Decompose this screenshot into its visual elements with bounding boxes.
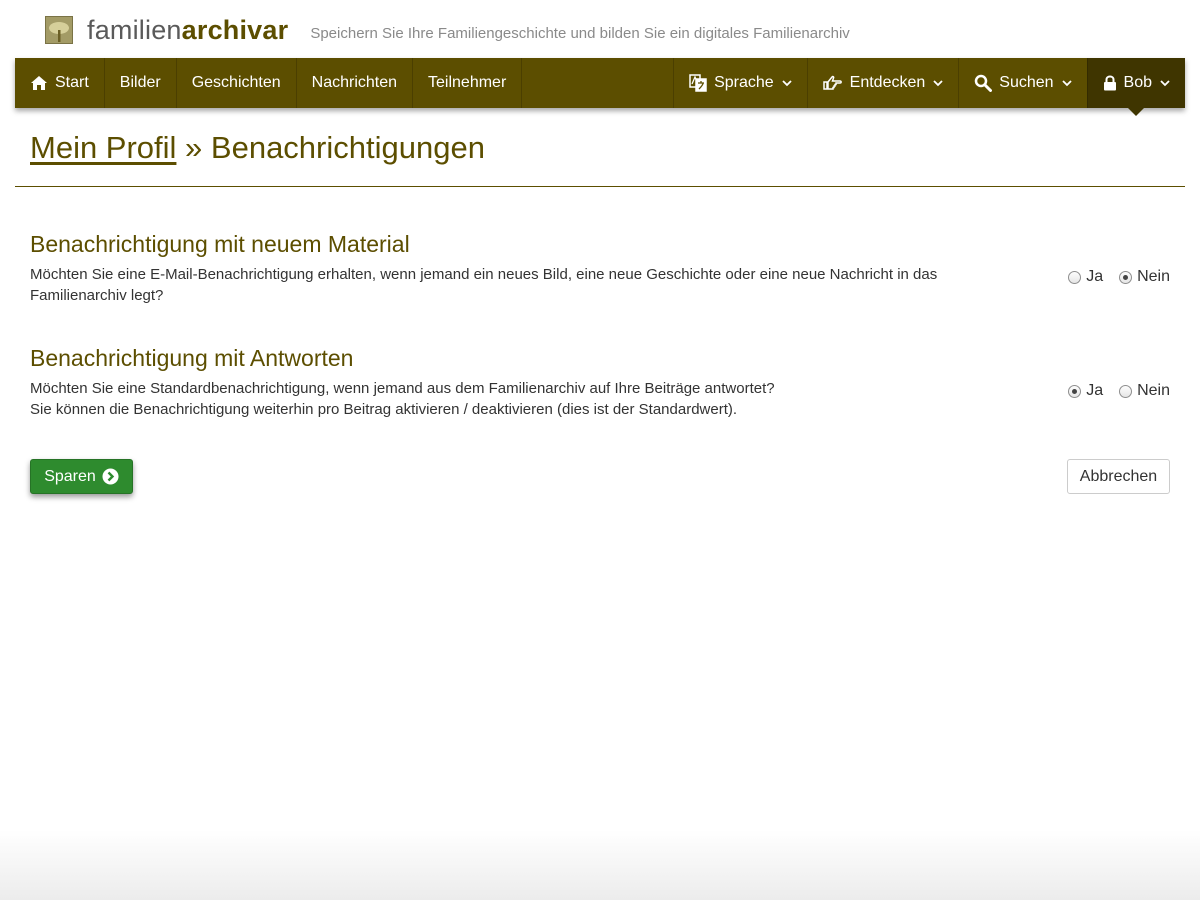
brand-name-bold: archivar (181, 15, 289, 45)
radio-label-nein: Nein (1137, 268, 1170, 285)
nav-item-entdecken[interactable]: Entdecken (806, 58, 959, 108)
section-text: Möchten Sie eine Standardbenachrichtigun… (30, 378, 990, 420)
tree-logo-icon[interactable] (45, 16, 73, 44)
radio-ja[interactable]: Ja (1068, 382, 1103, 400)
section-replies: Benachrichtigung mit Antworten Möchten S… (30, 344, 1170, 420)
main-navbar: Start Bilder Geschichten Nachrichten Tei… (15, 58, 1185, 116)
page-title: Mein Profil » Benachrichtigungen (30, 130, 485, 166)
nav-item-suchen[interactable]: Suchen (958, 58, 1086, 108)
nav-item-user-bob[interactable]: Bob (1086, 58, 1185, 116)
radio-circle-nein[interactable] (1119, 384, 1133, 398)
chevron-down-icon (933, 79, 943, 87)
section-text: Möchten Sie eine E-Mail-Benachrichtigung… (30, 266, 938, 304)
language-icon (689, 74, 707, 92)
nav-label-bilder: Bilder (119, 74, 161, 91)
home-icon (30, 75, 48, 91)
nav-label-suchen: Suchen (999, 74, 1054, 91)
section-new-material: Benachrichtigung mit neuem Material Möch… (30, 230, 1170, 306)
search-icon (974, 74, 993, 92)
lock-icon (1103, 75, 1117, 91)
section-text-line-2: Sie können die Benachrichtigung weiterhi… (30, 401, 738, 418)
nav-item-nachrichten[interactable]: Nachrichten (297, 58, 414, 108)
chevron-circle-right-icon (102, 468, 119, 485)
hand-pointing-icon (822, 75, 843, 91)
cancel-button[interactable]: Abbrechen (1067, 459, 1170, 494)
radio-label-ja: Ja (1086, 382, 1104, 399)
page-title-text: Benachrichtigungen (210, 130, 485, 165)
nav-item-teilnehmer[interactable]: Teilnehmer (413, 58, 523, 108)
nav-label-entdecken: Entdecken (849, 74, 926, 91)
nav-left: Start Bilder Geschichten Nachrichten Tei… (15, 58, 523, 108)
nav-label-nachrichten: Nachrichten (311, 74, 398, 91)
nav-item-start[interactable]: Start (15, 58, 105, 108)
nav-item-sprache[interactable]: Sprache (673, 58, 807, 108)
chevron-down-icon (1061, 79, 1072, 87)
brand-header: familienarchivar Speichern Sie Ihre Fami… (45, 12, 850, 48)
save-button[interactable]: Sparen (30, 459, 133, 494)
section-heading: Benachrichtigung mit Antworten (30, 345, 354, 371)
nav-label-user: Bob (1123, 74, 1152, 91)
nav-label-geschichten: Geschichten (191, 74, 281, 91)
page-header: Mein Profil » Benachrichtigungen (15, 108, 1185, 187)
save-button-label: Sparen (44, 467, 96, 485)
chevron-down-icon (782, 79, 792, 87)
nav-label-teilnehmer: Teilnehmer (428, 74, 507, 91)
nav-right: Sprache Entdecken Suchen Bob (673, 58, 1185, 116)
breadcrumb-link-mein-profil[interactable]: Mein Profil (30, 130, 176, 165)
chevron-down-icon (1160, 79, 1170, 87)
radio-group-new-material: Ja Nein (1052, 268, 1170, 286)
radio-circle-ja[interactable] (1068, 384, 1082, 398)
radio-label-nein: Nein (1137, 382, 1170, 399)
brand-name[interactable]: familienarchivar (87, 14, 288, 46)
breadcrumb-separator: » (176, 130, 211, 165)
nav-label-sprache: Sprache (714, 74, 774, 91)
nav-item-geschichten[interactable]: Geschichten (177, 58, 297, 108)
radio-ja[interactable]: Ja (1068, 268, 1103, 286)
radio-circle-nein[interactable] (1119, 270, 1133, 284)
radio-circle-ja[interactable] (1068, 270, 1082, 284)
page: familienarchivar Speichern Sie Ihre Fami… (0, 0, 1200, 900)
radio-label-ja: Ja (1086, 268, 1104, 285)
radio-nein[interactable]: Nein (1119, 382, 1170, 400)
section-heading: Benachrichtigung mit neuem Material (30, 231, 410, 257)
nav-label-start: Start (55, 74, 89, 91)
radio-nein[interactable]: Nein (1119, 268, 1170, 286)
section-text-line-1: Möchten Sie eine Standardbenachrichtigun… (30, 380, 775, 397)
tagline: Speichern Sie Ihre Familiengeschichte un… (310, 24, 850, 42)
radio-group-replies: Ja Nein (1052, 382, 1170, 400)
brand-name-light: familien (87, 15, 182, 45)
nav-item-bilder[interactable]: Bilder (105, 58, 177, 108)
